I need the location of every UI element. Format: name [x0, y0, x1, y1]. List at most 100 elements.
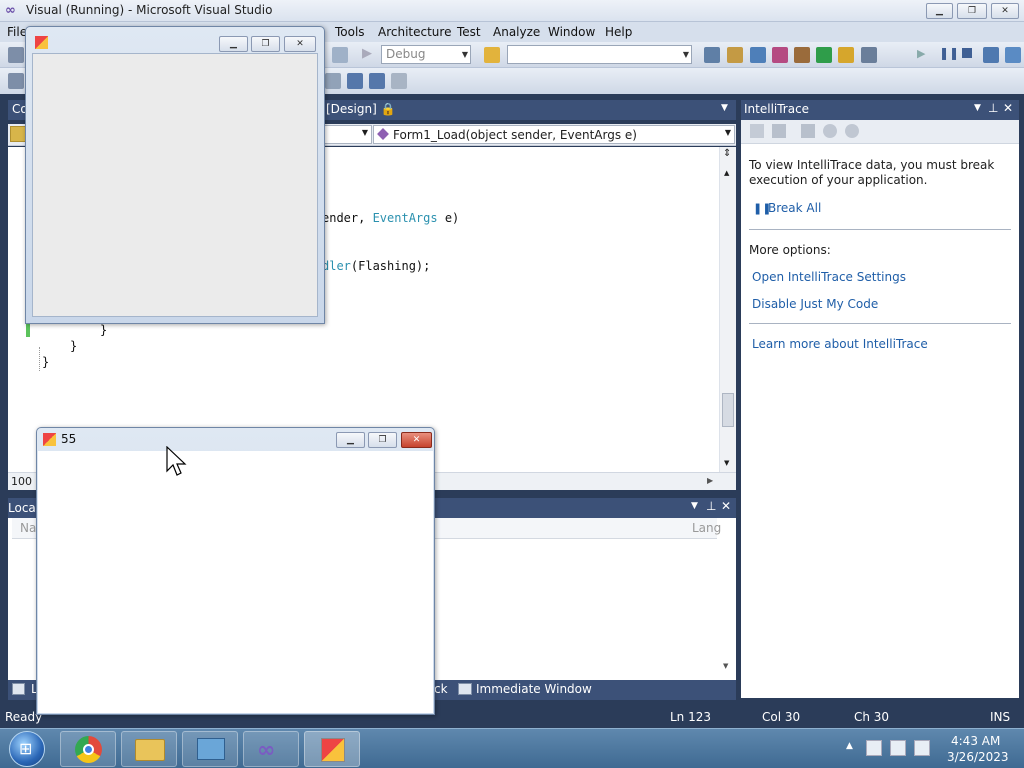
- mouse-cursor-icon: [166, 446, 187, 476]
- form-close-button[interactable]: ✕: [284, 36, 316, 52]
- show-hidden-icons-icon[interactable]: ▲: [846, 741, 853, 751]
- panel-dropdown-icon[interactable]: ▼: [974, 103, 981, 113]
- form-client-area[interactable]: [32, 53, 318, 317]
- volume-icon[interactable]: [914, 740, 930, 756]
- change-marker: [26, 323, 30, 337]
- settings-icon[interactable]: [823, 124, 837, 138]
- break-all-icon[interactable]: ❚❚: [939, 46, 959, 60]
- form-minimize-button[interactable]: ▁: [336, 432, 365, 448]
- form-title: 55: [61, 432, 77, 446]
- bookmark-next-icon[interactable]: [369, 73, 385, 89]
- taskbar-control-panel[interactable]: [182, 731, 238, 767]
- export-icon[interactable]: [816, 47, 832, 63]
- properties-icon[interactable]: [727, 47, 743, 63]
- close-icon[interactable]: ✕: [1003, 101, 1013, 115]
- open-log-icon[interactable]: [801, 124, 815, 138]
- solution-explorer-icon[interactable]: [704, 47, 720, 63]
- menu-help[interactable]: Help: [605, 25, 632, 39]
- open-intellitrace-settings-link[interactable]: Open IntelliTrace Settings: [752, 270, 906, 284]
- intellitrace-message: To view IntelliTrace data, you must brea…: [749, 158, 995, 187]
- network-icon[interactable]: [890, 740, 906, 756]
- menu-tools[interactable]: Tools: [335, 25, 365, 39]
- divider: [749, 229, 1011, 230]
- pin-icon[interactable]: ⊥: [706, 499, 716, 513]
- find-combo[interactable]: ▼: [507, 45, 692, 64]
- window-title: Visual (Running) - Microsoft Visual Stud…: [26, 3, 273, 17]
- object-browser-icon[interactable]: [750, 47, 766, 63]
- title-bar: ∞ Visual (Running) - Microsoft Visual St…: [0, 0, 1024, 22]
- line-number: Ln 123: [670, 710, 712, 724]
- stop-debugging-icon[interactable]: [962, 48, 972, 58]
- learn-more-link[interactable]: Learn more about IntelliTrace: [752, 337, 928, 351]
- windows-logo-icon: ⊞: [19, 739, 33, 758]
- start-icon[interactable]: ▶: [362, 46, 372, 61]
- list-view-icon[interactable]: [750, 124, 764, 138]
- menu-test[interactable]: Test: [457, 25, 481, 39]
- form-client-area[interactable]: [38, 451, 433, 713]
- locals-tab-icon: [12, 683, 25, 695]
- taskbar-explorer[interactable]: [121, 731, 177, 767]
- method-dropdown-value: Form1_Load(object sender, EventArgs e): [393, 128, 637, 142]
- scroll-right-icon[interactable]: ▶: [707, 476, 713, 485]
- clock-time[interactable]: 4:43 AM: [951, 734, 1000, 748]
- char-number: Ch 30: [854, 710, 890, 724]
- minimize-button[interactable]: ▁: [926, 3, 953, 19]
- start-button[interactable]: ⊞: [9, 731, 45, 767]
- running-form-window[interactable]: ▁ ❐ ✕: [25, 26, 325, 324]
- pin-icon[interactable]: ⊥: [988, 101, 998, 115]
- toolbox-icon[interactable]: [772, 47, 788, 63]
- tools-icon[interactable]: [794, 47, 810, 63]
- filter-icon[interactable]: [772, 124, 786, 138]
- clock-date[interactable]: 3/26/2023: [947, 750, 1009, 764]
- taskbar-running-app[interactable]: [304, 731, 360, 767]
- restart-icon[interactable]: [983, 47, 999, 63]
- menu-architecture[interactable]: Architecture: [378, 25, 451, 39]
- menu-window[interactable]: Window: [548, 25, 595, 39]
- restore-button[interactable]: ❐: [957, 3, 987, 19]
- toolbar-grip-icon: [8, 73, 24, 89]
- split-icon[interactable]: ⇕: [723, 148, 731, 159]
- editor-vertical-scrollbar[interactable]: ⇕ ▲ ▼: [719, 147, 736, 472]
- tab-immediate-window[interactable]: Immediate Window: [476, 682, 592, 696]
- step-icon[interactable]: [332, 47, 348, 63]
- members-dropdown[interactable]: Form1_Load(object sender, EventArgs e) ▼: [373, 125, 735, 144]
- close-icon[interactable]: ✕: [721, 499, 731, 513]
- window-layout-icon[interactable]: [861, 47, 877, 63]
- break-all-link[interactable]: Break All: [768, 201, 821, 215]
- tab-call-stack[interactable]: ck: [434, 682, 448, 696]
- column-name[interactable]: Na: [20, 521, 36, 535]
- taskbar: ⊞ ∞ ▲ 4:43 AM 3/26/2023: [0, 728, 1024, 768]
- scroll-down-icon[interactable]: ▼: [724, 459, 729, 467]
- form-minimize-button[interactable]: ▁: [219, 36, 248, 52]
- bookmark-clear-icon[interactable]: [391, 73, 407, 89]
- comment-icon[interactable]: [325, 73, 341, 89]
- action-center-icon[interactable]: [866, 740, 882, 756]
- tab-dropdown-icon[interactable]: ▼: [721, 103, 728, 113]
- scroll-thumb[interactable]: [722, 393, 734, 427]
- more-options-label: More options:: [749, 243, 831, 257]
- panel-dropdown-icon[interactable]: ▼: [691, 501, 698, 511]
- search-icon[interactable]: [845, 124, 859, 138]
- tab-design[interactable]: [Design] 🔒: [326, 102, 396, 116]
- scroll-up-icon[interactable]: ▲: [724, 169, 729, 177]
- configuration-dropdown[interactable]: Debug ▼: [381, 45, 471, 64]
- form-55-window[interactable]: 55 ▁ ❐ ✕: [36, 427, 435, 715]
- taskbar-visual-studio[interactable]: ∞: [243, 731, 299, 767]
- open-folder-icon[interactable]: [484, 47, 500, 63]
- form-close-button[interactable]: ✕: [401, 432, 432, 448]
- column-language[interactable]: Lang: [692, 521, 721, 535]
- column-number: Col 30: [762, 710, 801, 724]
- disable-just-my-code-link[interactable]: Disable Just My Code: [752, 297, 878, 311]
- continue-icon[interactable]: ▶: [917, 47, 925, 60]
- bookmark-prev-icon[interactable]: [347, 73, 363, 89]
- form-maximize-button[interactable]: ❐: [251, 36, 280, 52]
- class-icon: [10, 126, 26, 142]
- folder-icon: [135, 739, 165, 761]
- scroll-down-icon[interactable]: ▼: [723, 662, 728, 670]
- menu-analyze[interactable]: Analyze: [493, 25, 540, 39]
- form-maximize-button[interactable]: ❐: [368, 432, 397, 448]
- show-next-statement-icon[interactable]: [1005, 47, 1021, 63]
- extension-icon[interactable]: [838, 47, 854, 63]
- close-button[interactable]: ✕: [991, 3, 1019, 19]
- taskbar-chrome[interactable]: [60, 731, 116, 767]
